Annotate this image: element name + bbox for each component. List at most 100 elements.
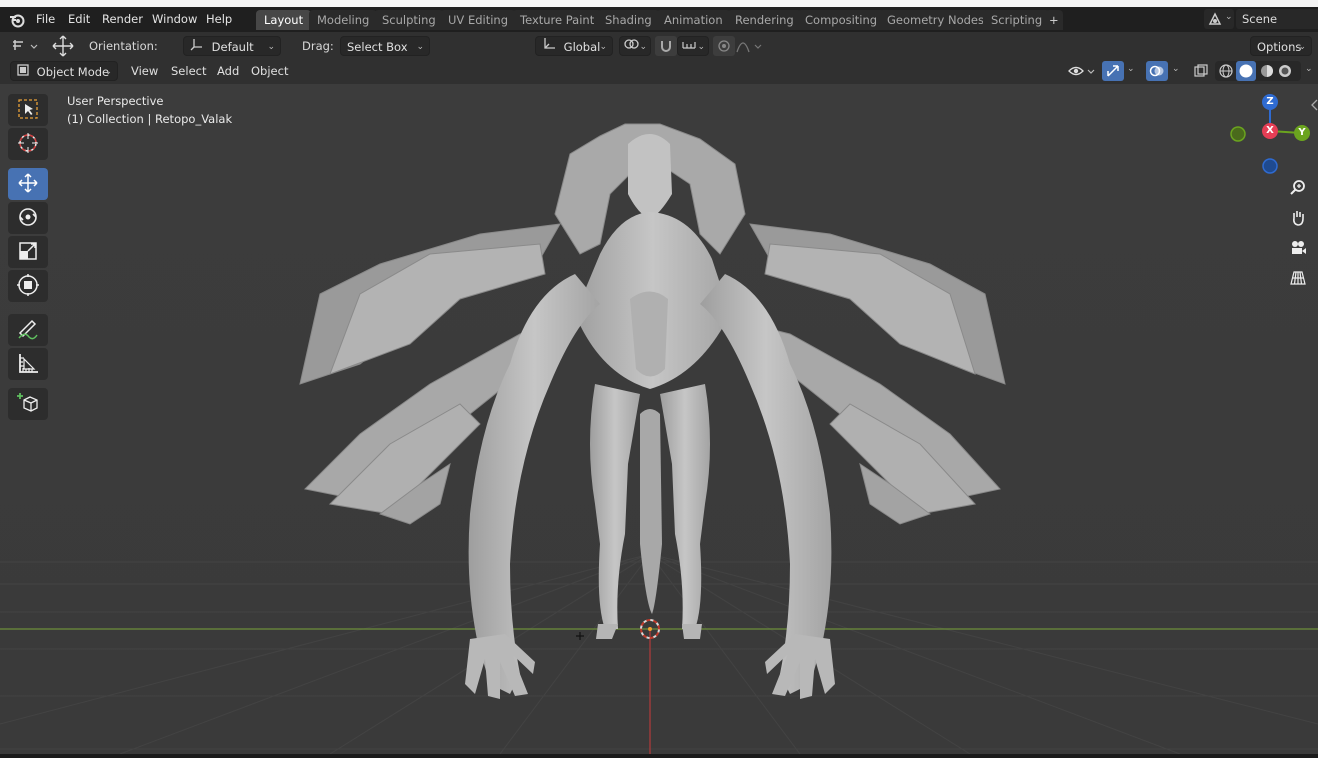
snap-target-dropdown[interactable]: ⌄	[677, 36, 709, 56]
tab-animation[interactable]: Animation	[656, 10, 731, 30]
wireframe-shading-icon[interactable]	[1218, 63, 1234, 82]
navigation-gizmo[interactable]: Z X Y	[1228, 92, 1314, 182]
tab-shading[interactable]: Shading	[597, 10, 660, 30]
camera-view-button[interactable]	[1285, 236, 1311, 262]
solid-shading-icon[interactable]	[1236, 61, 1256, 81]
tab-rendering[interactable]: Rendering	[727, 10, 802, 30]
measure-tool[interactable]	[8, 348, 48, 380]
tab-modeling[interactable]: Modeling	[309, 10, 378, 30]
tool-settings-button[interactable]	[9, 36, 39, 56]
ruler-icon	[16, 351, 40, 378]
drag-dropdown[interactable]: Select Box ⌄	[340, 36, 430, 56]
mode-value: Object Mode	[36, 65, 110, 79]
tab-uv-editing[interactable]: UV Editing	[440, 10, 516, 30]
view-menu[interactable]: View	[125, 61, 164, 81]
chevron-down-icon: ⌄	[104, 67, 112, 77]
grid-perspective-icon	[1289, 269, 1307, 290]
gizmo-y-axis[interactable]: Y	[1294, 125, 1310, 141]
drag-value: Select Box	[347, 40, 408, 54]
top-bar: File Edit Render Window Help Layout Mode…	[0, 7, 1318, 32]
tab-geometry-nodes[interactable]: Geometry Nodes	[879, 10, 993, 30]
tool-header: Orientation: Default ⌄ Drag: Select Box …	[0, 32, 1318, 60]
menu-help[interactable]: Help	[200, 10, 238, 29]
pivot-point-dropdown[interactable]: ⌄	[619, 36, 651, 56]
menu-edit[interactable]: Edit	[62, 10, 96, 29]
options-dropdown[interactable]: Options ⌄	[1250, 36, 1312, 56]
zoom-view-button[interactable]	[1285, 176, 1311, 202]
hand-icon	[1289, 209, 1307, 230]
overlays-toggle[interactable]	[1146, 61, 1168, 81]
proportional-editing-toggle[interactable]	[713, 36, 735, 56]
gizmo-x-axis[interactable]: X	[1262, 123, 1278, 139]
chevron-down-icon: ⌄	[416, 42, 424, 52]
orientation-icon	[190, 37, 208, 57]
add-cube-tool[interactable]	[8, 388, 48, 420]
scale-icon	[16, 239, 40, 266]
transform-orientation-dropdown[interactable]: Global ⌄	[535, 36, 613, 56]
move-icon	[16, 171, 40, 198]
snap-increment-icon	[681, 40, 697, 54]
move-tool-icon	[50, 34, 76, 58]
select-box-icon	[16, 97, 40, 124]
camera-icon	[1289, 239, 1307, 260]
select-box-tool[interactable]	[8, 94, 48, 126]
proportional-falloff-dropdown[interactable]	[735, 38, 765, 56]
perspective-toggle-button[interactable]	[1285, 266, 1311, 292]
tab-texture-paint[interactable]: Texture Paint	[512, 10, 603, 30]
menu-file[interactable]: File	[30, 10, 61, 29]
viewport-header: Object Mode ⌄ View Select Add Object ⌄ ⌄…	[0, 59, 1318, 84]
tab-layout[interactable]: Layout	[256, 10, 312, 30]
rotate-tool[interactable]	[8, 202, 48, 234]
gizmo-z-axis[interactable]: Z	[1262, 94, 1278, 110]
chevron-down-icon: ⌄	[639, 42, 647, 52]
global-axes-icon	[542, 37, 560, 57]
add-workspace-button[interactable]: +	[1045, 10, 1063, 30]
menu-render[interactable]: Render	[96, 10, 149, 29]
viewport-collection-label: (1) Collection | Retopo_Valak	[67, 112, 233, 126]
blender-logo-icon[interactable]	[8, 11, 26, 29]
tab-compositing[interactable]: Compositing	[797, 10, 886, 30]
transform-tool[interactable]	[8, 270, 48, 302]
chevron-down-icon[interactable]: ⌄	[1172, 64, 1180, 74]
3d-viewport[interactable]: User Perspective (1) Collection | Retopo…	[0, 84, 1318, 754]
move-tool[interactable]	[8, 168, 48, 200]
chevron-down-icon: ⌄	[267, 42, 275, 52]
shading-mode-group	[1215, 61, 1301, 81]
scene-name-field[interactable]: Scene	[1236, 9, 1318, 29]
chevron-down-icon[interactable]: ⌄	[1305, 64, 1313, 74]
menu-window[interactable]: Window	[146, 10, 203, 29]
scale-tool[interactable]	[8, 236, 48, 268]
drag-label: Drag:	[302, 39, 334, 53]
mode-dropdown[interactable]: Object Mode ⌄	[10, 61, 118, 81]
scene-icon	[1207, 11, 1223, 30]
tab-scripting[interactable]: Scripting	[983, 10, 1051, 30]
transform-icon	[16, 273, 40, 300]
add-cube-icon	[16, 391, 40, 418]
pan-view-button[interactable]	[1285, 206, 1311, 232]
cursor-tool[interactable]	[8, 128, 48, 160]
sidebar-expand-arrow[interactable]	[1310, 98, 1318, 112]
annotate-tool[interactable]	[8, 314, 48, 346]
xray-toggle[interactable]	[1190, 61, 1212, 81]
rotate-icon	[16, 205, 40, 232]
chevron-down-icon: ⌄	[1225, 12, 1233, 22]
tab-sculpting[interactable]: Sculpting	[374, 10, 444, 30]
viewport-perspective-label: User Perspective	[67, 94, 164, 108]
rendered-shading-icon[interactable]	[1277, 63, 1293, 82]
material-shading-icon[interactable]	[1259, 63, 1275, 82]
visibility-dropdown[interactable]	[1066, 61, 1098, 81]
chevron-down-icon: ⌄	[697, 42, 705, 52]
snap-toggle[interactable]	[655, 36, 677, 56]
window-top-edge	[0, 0, 1318, 7]
gizmo-toggle[interactable]	[1102, 61, 1124, 81]
chevron-down-icon: ⌄	[1298, 42, 1306, 52]
cursor-icon	[16, 131, 40, 158]
add-menu[interactable]: Add	[211, 61, 245, 81]
pivot-icon	[623, 39, 639, 54]
object-menu[interactable]: Object	[245, 61, 294, 81]
chevron-down-icon[interactable]: ⌄	[1127, 64, 1135, 74]
select-menu[interactable]: Select	[165, 61, 212, 81]
zoom-icon	[1289, 179, 1307, 200]
scene-browse-button[interactable]: ⌄	[1204, 9, 1234, 29]
orientation-dropdown[interactable]: Default ⌄	[183, 36, 281, 56]
